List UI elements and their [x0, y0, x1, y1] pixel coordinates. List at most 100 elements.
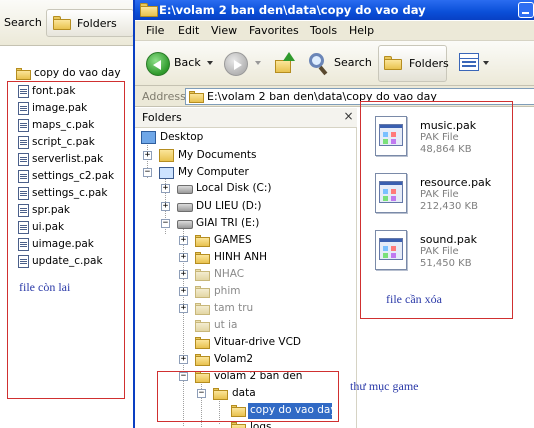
folder-icon: [231, 422, 246, 428]
tree-item-label: logs: [250, 421, 272, 428]
expand-icon[interactable]: +: [179, 253, 188, 262]
expand-icon[interactable]: +: [161, 184, 170, 193]
menu-view[interactable]: View: [211, 24, 237, 37]
menu-edit[interactable]: Edit: [178, 24, 199, 37]
folders-pane-header: Folders ×: [135, 108, 357, 128]
tree-item[interactable]: + phim: [135, 284, 357, 300]
back-arrow-icon: [153, 60, 161, 70]
folder-icon: [140, 3, 158, 17]
folder-icon: [195, 303, 210, 315]
views-button[interactable]: [457, 52, 489, 74]
search-label: Search: [334, 56, 372, 69]
tree-item-label: Local Disk (C:): [196, 182, 272, 194]
folder-icon: [195, 320, 210, 332]
folder-icon: [195, 252, 210, 264]
tree-item-label: DU LIEU (D:): [196, 200, 262, 212]
annotation-box-game-folder: [157, 371, 339, 422]
toolbar: Back Search Folders: [135, 41, 534, 86]
minimize-button[interactable]: [518, 2, 534, 18]
tree-item-label: Volam2: [214, 353, 254, 365]
folder-icon: [53, 16, 71, 30]
expand-icon[interactable]: +: [143, 151, 152, 160]
annotation-remaining-files: file còn lai: [19, 280, 71, 294]
tree-item[interactable]: + My Documents: [135, 148, 357, 164]
tree-item[interactable]: + GAMES: [135, 233, 357, 249]
close-icon[interactable]: ×: [342, 110, 355, 123]
menu-tools[interactable]: Tools: [310, 24, 337, 37]
expand-icon[interactable]: +: [179, 287, 188, 296]
drive-icon: [177, 185, 193, 194]
left-folders-button[interactable]: Folders: [46, 9, 134, 37]
desktop-icon: [141, 131, 156, 144]
back-label[interactable]: Back: [174, 56, 201, 69]
tree-item-label: tam tru: [214, 302, 254, 314]
tree-item[interactable]: − My Computer: [135, 165, 357, 181]
menu-favorites[interactable]: Favorites: [249, 24, 299, 37]
up-folder-button[interactable]: [275, 52, 297, 76]
tree-item-label: NHAC: [214, 268, 245, 280]
computer-icon: [159, 167, 174, 179]
tree-item-label: My Documents: [178, 149, 257, 161]
tree-item[interactable]: Desktop: [135, 130, 357, 146]
left-search-button[interactable]: Search: [4, 16, 42, 29]
folder-icon: [195, 269, 210, 281]
folder-icon: [189, 91, 204, 103]
drive-icon: [177, 203, 193, 212]
left-folders-label: Folders: [77, 17, 117, 30]
collapse-icon[interactable]: −: [143, 168, 152, 177]
forward-button[interactable]: [224, 52, 248, 76]
tree-item[interactable]: + tam tru: [135, 301, 357, 317]
up-arrow-icon: [283, 52, 295, 61]
folder-icon: [384, 56, 402, 70]
chevron-down-icon: [483, 61, 489, 65]
drive-icon: [177, 220, 193, 229]
back-dropdown-icon[interactable]: [207, 61, 213, 65]
tree-item[interactable]: + HINH ANH: [135, 250, 357, 266]
title-bar[interactable]: E:\volam 2 ban den\data\copy do vao day: [135, 0, 534, 20]
expand-icon[interactable]: +: [179, 270, 188, 279]
annotation-game-folder: thư mục game: [350, 379, 419, 393]
expand-icon[interactable]: +: [179, 304, 188, 313]
window-title: E:\volam 2 ban den\data\copy do vao day: [159, 3, 426, 17]
expand-icon[interactable]: +: [161, 202, 170, 211]
forward-dropdown-icon[interactable]: [255, 61, 261, 65]
folder-icon: [195, 286, 210, 298]
folder-icon: [195, 354, 210, 366]
tree-item-label: My Computer: [178, 166, 249, 178]
tree-item-label: phim: [214, 285, 241, 297]
folder-icon: [195, 235, 210, 247]
search-button[interactable]: Search: [306, 49, 374, 79]
tree-item-label: HINH ANH: [214, 251, 268, 263]
address-label: Address: [142, 90, 186, 103]
menu-file[interactable]: File: [146, 24, 164, 37]
expand-icon[interactable]: +: [179, 236, 188, 245]
collapse-icon[interactable]: −: [161, 219, 170, 228]
background-explorer-window: Search Folders copy do vao day font.pak i…: [0, 0, 135, 428]
tree-item-label: GIAI TRI (E:): [196, 217, 260, 229]
tree-item[interactable]: + Volam2: [135, 352, 357, 368]
documents-icon: [159, 149, 174, 162]
tree-item[interactable]: ut ia: [135, 318, 357, 334]
tree-item[interactable]: + DU LIEU (D:): [135, 199, 357, 215]
expand-icon[interactable]: +: [179, 355, 188, 364]
tree-item-label: Desktop: [160, 131, 204, 143]
left-folder-label: copy do vao day: [34, 67, 121, 79]
annotation-box-delete: [360, 101, 513, 319]
annotation-box-remaining: [7, 81, 125, 399]
tree-item-label: GAMES: [214, 234, 252, 246]
menu-bar: File Edit View Favorites Tools Help: [135, 21, 534, 41]
left-list-item-folder[interactable]: copy do vao day: [0, 66, 135, 82]
folder-icon: [16, 68, 31, 80]
left-toolbar: Search Folders: [0, 0, 135, 46]
tree-item-label: Vituar-drive VCD: [214, 336, 302, 348]
folder-icon: [195, 337, 210, 349]
tree-item[interactable]: + Local Disk (C:): [135, 181, 357, 197]
tree-item[interactable]: − GIAI TRI (E:): [135, 216, 357, 232]
annotation-delete-files: file cần xóa: [386, 292, 442, 306]
menu-help[interactable]: Help: [349, 24, 374, 37]
tree-item[interactable]: Vituar-drive VCD: [135, 335, 357, 351]
folders-button[interactable]: Folders: [378, 45, 449, 82]
tree-item[interactable]: + NHAC: [135, 267, 357, 283]
back-button[interactable]: [146, 52, 170, 76]
folders-label: Folders: [409, 57, 449, 70]
